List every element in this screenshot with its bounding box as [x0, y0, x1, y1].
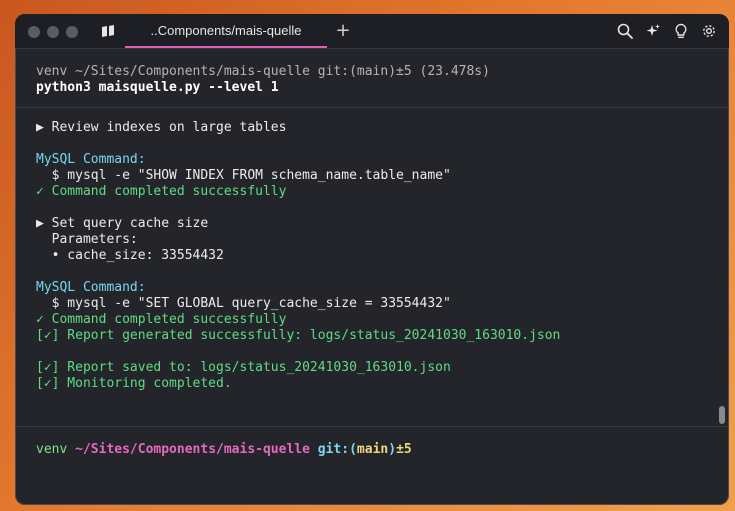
terminal-window: ..Components/mais-quelle + venv ~/Sites/… — [15, 14, 729, 505]
block-command: python3 maisquelle.py --level 1 — [36, 80, 279, 95]
lightbulb-icon[interactable] — [673, 23, 689, 39]
output-line: MySQL Command: — [36, 152, 146, 167]
prompt-env: venv — [36, 442, 68, 457]
output-line: ▶ Set query cache size — [36, 216, 209, 231]
output-line: $ mysql -e "SET GLOBAL query_cache_size … — [36, 296, 451, 311]
output-line: ▶ Review indexes on large tables — [36, 120, 287, 135]
tab-title: ..Components/mais-quelle — [150, 23, 302, 38]
close-window-button[interactable] — [28, 26, 40, 38]
output-line: • cache_size: 33554432 — [36, 248, 224, 263]
book-icon[interactable] — [101, 24, 115, 38]
sparkles-icon[interactable] — [645, 23, 661, 39]
minimize-window-button[interactable] — [47, 26, 59, 38]
zoom-window-button[interactable] — [66, 26, 78, 38]
output-line: ✓ Command completed successfully — [36, 312, 287, 327]
output-line: MySQL Command: — [36, 280, 146, 295]
prompt-path: ~/Sites/Components/mais-quelle — [75, 442, 310, 457]
terminal-content[interactable]: venv ~/Sites/Components/mais-quelle git:… — [15, 49, 729, 505]
output-line: [✓] Report saved to: logs/status_2024103… — [36, 360, 451, 375]
scrollbar-thumb[interactable] — [719, 406, 725, 424]
prompt-divider — [15, 426, 729, 427]
input-prompt[interactable]: venv ~/Sites/Components/mais-quelle git:… — [36, 442, 412, 458]
block-divider — [15, 107, 729, 108]
output-line: ✓ Command completed successfully — [36, 184, 287, 199]
output-line: [✓] Report generated successfully: logs/… — [36, 328, 561, 343]
gear-icon[interactable] — [701, 23, 717, 39]
title-bar: ..Components/mais-quelle + — [15, 14, 729, 49]
search-icon[interactable] — [617, 23, 633, 39]
prompt-changes: ±5 — [396, 442, 412, 457]
output-line: Parameters: — [36, 232, 138, 247]
tab-active[interactable]: ..Components/mais-quelle — [125, 14, 327, 48]
prompt-git-suffix: ) — [388, 442, 397, 457]
prompt-git-prefix: git:( — [317, 442, 357, 457]
output-line: $ mysql -e "SHOW INDEX FROM schema_name.… — [36, 168, 451, 183]
new-tab-button[interactable]: + — [333, 14, 353, 48]
prompt-branch: main — [356, 442, 389, 457]
output-line: [✓] Monitoring completed. — [36, 376, 232, 391]
block-header: venv ~/Sites/Components/mais-quelle git:… — [36, 64, 490, 79]
